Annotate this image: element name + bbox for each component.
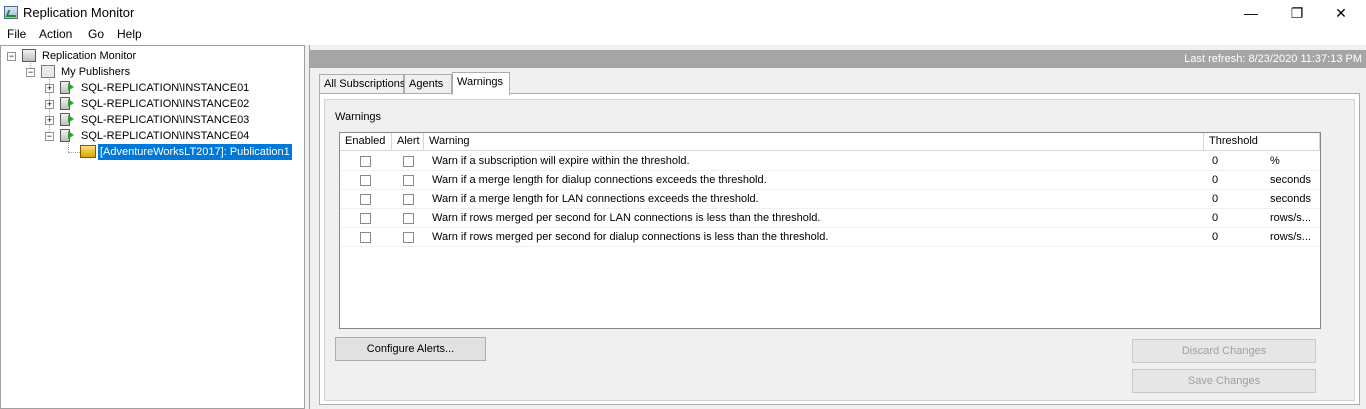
warnings-group-label: Warnings: [335, 111, 382, 123]
enabled-checkbox[interactable]: [360, 213, 371, 224]
tree-pane[interactable]: − Replication Monitor − My Publishers + …: [0, 45, 305, 409]
publisher-arrow-icon: [68, 131, 74, 139]
last-refresh-text: Last refresh: 8/23/2020 11:37:13 PM: [1184, 53, 1362, 65]
grid-header: Enabled Alert Warning Threshold: [340, 133, 1320, 151]
table-row[interactable]: Warn if rows merged per second for dialu…: [340, 228, 1320, 247]
tree-label-root: Replication Monitor: [42, 50, 137, 62]
tab-all-subscriptions[interactable]: All Subscriptions: [319, 74, 405, 94]
warning-text: Warn if a subscription will expire withi…: [432, 155, 690, 167]
publisher-arrow-icon: [68, 115, 74, 123]
alert-checkbox[interactable]: [403, 175, 414, 186]
enabled-checkbox[interactable]: [360, 232, 371, 243]
collapse-icon[interactable]: −: [45, 132, 54, 141]
publisher-arrow-icon: [68, 83, 74, 91]
expand-icon[interactable]: +: [45, 100, 54, 109]
enabled-checkbox[interactable]: [360, 194, 371, 205]
warnings-tab-body: Warnings Enabled Alert Warning Threshold…: [319, 93, 1360, 405]
warning-text: Warn if rows merged per second for LAN c…: [432, 212, 821, 224]
column-enabled[interactable]: Enabled: [340, 133, 392, 151]
publishers-folder-icon: [41, 65, 55, 78]
warning-text: Warn if rows merged per second for dialu…: [432, 231, 829, 243]
column-threshold[interactable]: Threshold: [1204, 133, 1320, 151]
tree-label-instance: SQL-REPLICATION\INSTANCE01: [81, 82, 250, 94]
minimize-button[interactable]: —: [1228, 0, 1274, 26]
alert-checkbox[interactable]: [403, 194, 414, 205]
tree-label-instance: SQL-REPLICATION\INSTANCE03: [81, 114, 250, 126]
publisher-arrow-icon: [68, 99, 74, 107]
discard-changes-button[interactable]: Discard Changes: [1132, 339, 1316, 363]
replication-monitor-node-icon: [22, 49, 36, 62]
threshold-unit: seconds: [1270, 193, 1311, 205]
alert-checkbox[interactable]: [403, 213, 414, 224]
enabled-checkbox[interactable]: [360, 175, 371, 186]
collapse-icon[interactable]: −: [26, 68, 35, 77]
menu-help[interactable]: Help: [117, 27, 142, 41]
save-changes-button[interactable]: Save Changes: [1132, 369, 1316, 393]
threshold-value[interactable]: 0: [1205, 152, 1263, 171]
title-bar: Replication Monitor — ❐ ✕: [0, 0, 1366, 26]
threshold-value[interactable]: 0: [1205, 190, 1263, 209]
tree-label-publication: [AdventureWorksLT2017]: Publication1: [98, 144, 292, 160]
expand-icon[interactable]: +: [45, 84, 54, 93]
threshold-value[interactable]: 0: [1205, 228, 1263, 247]
replication-monitor-icon: [4, 6, 18, 19]
column-warning[interactable]: Warning: [424, 133, 1204, 151]
tree-connector: [68, 152, 80, 153]
tab-agents[interactable]: Agents: [404, 74, 452, 94]
publication-icon: [80, 145, 96, 158]
table-row[interactable]: Warn if a merge length for LAN connectio…: [340, 190, 1320, 209]
refresh-status-bar: Last refresh: 8/23/2020 11:37:13 PM: [310, 50, 1366, 68]
tree-label-publishers: My Publishers: [61, 66, 131, 78]
table-row[interactable]: Warn if a merge length for dialup connec…: [340, 171, 1320, 190]
enabled-checkbox[interactable]: [360, 156, 371, 167]
threshold-value[interactable]: 0: [1205, 171, 1263, 190]
tab-warnings[interactable]: Warnings: [452, 72, 510, 95]
restore-button[interactable]: ❐: [1274, 0, 1320, 26]
menu-file[interactable]: File: [7, 27, 26, 41]
menu-action[interactable]: Action: [39, 27, 72, 41]
column-alert[interactable]: Alert: [392, 133, 424, 151]
collapse-icon[interactable]: −: [7, 52, 16, 61]
threshold-unit: %: [1270, 155, 1280, 167]
window-title: Replication Monitor: [23, 5, 135, 20]
warning-text: Warn if a merge length for dialup connec…: [432, 174, 767, 186]
threshold-unit: rows/s...: [1270, 212, 1311, 224]
alert-checkbox[interactable]: [403, 156, 414, 167]
expand-icon[interactable]: +: [45, 116, 54, 125]
configure-alerts-button[interactable]: Configure Alerts...: [335, 337, 486, 361]
tree-label-instance: SQL-REPLICATION\INSTANCE04: [81, 130, 250, 142]
table-row[interactable]: Warn if a subscription will expire withi…: [340, 152, 1320, 171]
table-row[interactable]: Warn if rows merged per second for LAN c…: [340, 209, 1320, 228]
warnings-group: Warnings Enabled Alert Warning Threshold…: [324, 99, 1355, 401]
warnings-grid[interactable]: Enabled Alert Warning Threshold Warn if …: [339, 132, 1321, 329]
threshold-unit: seconds: [1270, 174, 1311, 186]
threshold-unit: rows/s...: [1270, 231, 1311, 243]
details-pane: Last refresh: 8/23/2020 11:37:13 PM All …: [309, 45, 1366, 409]
threshold-value[interactable]: 0: [1205, 209, 1263, 228]
menu-bar: File Action Go Help: [0, 26, 1366, 44]
alert-checkbox[interactable]: [403, 232, 414, 243]
warning-text: Warn if a merge length for LAN connectio…: [432, 193, 759, 205]
menu-go[interactable]: Go: [88, 27, 104, 41]
tree-label-instance: SQL-REPLICATION\INSTANCE02: [81, 98, 250, 110]
close-button[interactable]: ✕: [1318, 0, 1364, 26]
